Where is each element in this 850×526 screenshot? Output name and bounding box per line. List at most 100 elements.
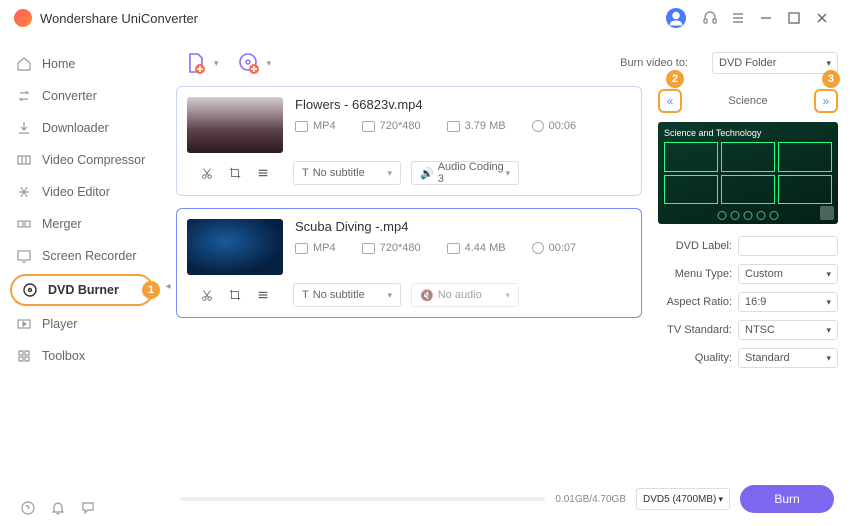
badge: 3	[822, 70, 840, 88]
file-dur: 00:06	[549, 120, 577, 132]
more-icon[interactable]	[256, 166, 270, 180]
audio-select[interactable]: 🔇No audio▾	[411, 283, 519, 307]
quality-select[interactable]: Standard▾	[738, 348, 838, 368]
audio-select[interactable]: 🔊Audio Coding 3▾	[411, 161, 519, 185]
file-res: 720*480	[380, 120, 421, 132]
sidebar-item-editor[interactable]: Video Editor	[0, 176, 164, 208]
toolbox-icon	[16, 348, 32, 364]
chevron-down-icon: ▾	[826, 353, 831, 364]
theme-name: Science	[728, 95, 767, 107]
sidebar-item-label: Video Editor	[42, 185, 110, 199]
menu-type-value: Custom	[745, 268, 783, 280]
sidebar-item-recorder[interactable]: Screen Recorder	[0, 240, 164, 272]
file-format: MP4	[313, 242, 336, 254]
preview-cell	[778, 142, 832, 172]
recorder-icon	[16, 248, 32, 264]
crop-icon[interactable]	[228, 288, 242, 302]
resolution-icon	[362, 121, 375, 132]
sidebar-item-dvd-burner[interactable]: DVD Burner1	[10, 274, 154, 306]
help-icon[interactable]	[20, 500, 36, 516]
preview-cell	[778, 175, 832, 205]
app-logo-icon	[14, 9, 32, 27]
toolbar: ▾ ▾ Burn video to: DVD Folder▾	[176, 44, 838, 82]
video-thumbnail[interactable]	[187, 219, 283, 275]
resolution-icon	[362, 243, 375, 254]
minimize-icon[interactable]	[758, 10, 774, 26]
aspect-value: 16:9	[745, 296, 766, 308]
crop-icon[interactable]	[228, 166, 242, 180]
subtitle-select[interactable]: TNo subtitle▾	[293, 283, 401, 307]
sidebar-item-label: Toolbox	[42, 349, 85, 363]
more-icon[interactable]	[256, 288, 270, 302]
subtitle-icon: T	[302, 167, 309, 179]
sidebar-item-compressor[interactable]: Video Compressor	[0, 144, 164, 176]
menu-preview[interactable]: Science and Technology	[658, 122, 838, 224]
edit-theme-icon[interactable]	[820, 206, 834, 220]
preview-title: Science and Technology	[664, 128, 832, 138]
quality-label: Quality:	[658, 352, 732, 364]
disc-value: DVD5 (4700MB)	[643, 494, 716, 505]
load-dvd-button[interactable]	[237, 51, 261, 75]
main: ▾ ▾ Burn video to: DVD Folder▾ Flowers -…	[164, 36, 850, 526]
sidebar: Home Converter Downloader Video Compress…	[0, 36, 164, 526]
add-file-button[interactable]	[184, 51, 208, 75]
file-size: 3.79 MB	[465, 120, 506, 132]
preview-cell	[721, 142, 775, 172]
titlebar: Wondershare UniConverter	[0, 0, 850, 36]
user-avatar-icon[interactable]	[666, 8, 686, 28]
maximize-icon[interactable]	[786, 10, 802, 26]
size-icon	[447, 121, 460, 132]
tv-select[interactable]: NTSC▾	[738, 320, 838, 340]
chevron-down-icon: ▾	[826, 325, 831, 336]
preview-cell	[664, 142, 718, 172]
collapse-sidebar-icon[interactable]: ◂	[162, 276, 174, 296]
preview-controls	[718, 211, 779, 220]
dvd-label-input[interactable]	[738, 236, 838, 256]
sidebar-item-downloader[interactable]: Downloader	[0, 112, 164, 144]
aspect-select[interactable]: 16:9▾	[738, 292, 838, 312]
file-card[interactable]: Flowers - 66823v.mp4 MP4 720*480 3.79 MB…	[176, 86, 642, 196]
audio-value: Audio Coding 3	[438, 161, 506, 185]
theme-next-button[interactable]: »3	[814, 89, 838, 113]
file-format: MP4	[313, 120, 336, 132]
sidebar-item-label: Converter	[42, 89, 97, 103]
bell-icon[interactable]	[50, 500, 66, 516]
clock-icon	[532, 120, 544, 132]
sidebar-item-converter[interactable]: Converter	[0, 80, 164, 112]
disc-type-select[interactable]: DVD5 (4700MB)▾	[636, 488, 730, 510]
size-icon	[447, 243, 460, 254]
file-name: Flowers - 66823v.mp4	[295, 97, 631, 112]
aspect-label: Aspect Ratio:	[658, 296, 732, 308]
badge: 2	[666, 70, 684, 88]
feedback-icon[interactable]	[80, 500, 96, 516]
editor-icon	[16, 184, 32, 200]
sidebar-item-toolbox[interactable]: Toolbox	[0, 340, 164, 372]
headset-icon[interactable]	[702, 10, 718, 26]
burn-to-select[interactable]: DVD Folder▾	[712, 52, 838, 74]
close-icon[interactable]	[814, 10, 830, 26]
burn-button[interactable]: Burn	[740, 485, 834, 513]
format-icon	[295, 243, 308, 254]
menu-icon[interactable]	[730, 10, 746, 26]
trim-icon[interactable]	[200, 288, 214, 302]
burn-to-label: Burn video to:	[620, 57, 688, 69]
sidebar-item-label: Home	[42, 57, 75, 71]
dvd-icon	[22, 282, 38, 298]
preview-cell	[664, 175, 718, 205]
menu-type-select[interactable]: Custom▾	[738, 264, 838, 284]
file-card[interactable]: Scuba Diving -.mp4 MP4 720*480 4.44 MB 0…	[176, 208, 642, 318]
theme-prev-button[interactable]: «2	[658, 89, 682, 113]
sidebar-item-label: Player	[42, 317, 77, 331]
chevron-down-icon: ▾	[505, 290, 510, 301]
chevron-down-icon[interactable]: ▾	[267, 58, 272, 69]
sidebar-item-merger[interactable]: Merger	[0, 208, 164, 240]
sidebar-item-player[interactable]: Player	[0, 308, 164, 340]
sidebar-item-home[interactable]: Home	[0, 48, 164, 80]
video-thumbnail[interactable]	[187, 97, 283, 153]
file-size: 4.44 MB	[465, 242, 506, 254]
chevron-down-icon[interactable]: ▾	[214, 58, 219, 69]
trim-icon[interactable]	[200, 166, 214, 180]
subtitle-select[interactable]: TNo subtitle▾	[293, 161, 401, 185]
chevron-down-icon: ▾	[826, 58, 831, 69]
clock-icon	[532, 242, 544, 254]
